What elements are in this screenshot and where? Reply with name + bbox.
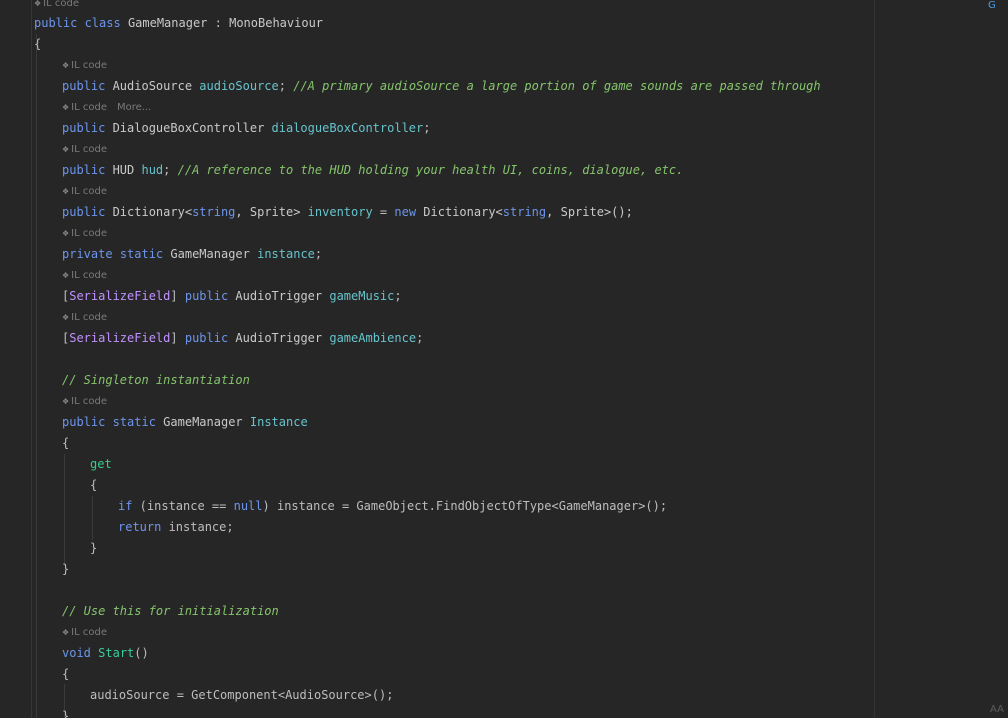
code-line-instance[interactable]: private static GameManager instance;	[62, 244, 322, 264]
il-code-hint[interactable]: ❖ IL code	[62, 269, 107, 283]
code-line-get[interactable]: get	[90, 454, 112, 474]
diamond-icon: ❖	[34, 0, 42, 8]
code-line-brace[interactable]: {	[34, 34, 41, 54]
code-line-if[interactable]: if (instance == null) instance = GameObj…	[118, 496, 667, 516]
more-link[interactable]: More...	[117, 102, 151, 113]
code-line-brace[interactable]: }	[62, 706, 69, 718]
il-code-hint[interactable]: ❖ IL code	[62, 185, 107, 199]
right-margin-guide	[874, 0, 875, 718]
code-line-hud[interactable]: public HUD hud; //A reference to the HUD…	[62, 160, 683, 180]
il-code-hint[interactable]: ❖ IL code	[62, 143, 107, 157]
il-code-hint[interactable]: ❖ IL code More...	[62, 101, 151, 115]
diamond-icon: ❖	[62, 628, 70, 637]
font-size-indicator[interactable]: AA	[990, 704, 1004, 715]
code-line-start[interactable]: void Start()	[62, 643, 149, 663]
diamond-icon: ❖	[62, 313, 70, 322]
code-line-brace[interactable]: }	[90, 538, 97, 558]
code-line-gamemusic[interactable]: [SerializeField] public AudioTrigger gam…	[62, 286, 402, 306]
il-code-hint[interactable]: ❖ IL code	[62, 311, 107, 325]
indent-guide	[92, 496, 93, 540]
il-code-hint[interactable]: ❖ IL code	[62, 626, 107, 640]
diamond-icon: ❖	[62, 103, 70, 112]
indent-guide	[36, 34, 37, 718]
il-code-hint[interactable]: ❖ IL code	[62, 227, 107, 241]
code-line-gameambience[interactable]: [SerializeField] public AudioTrigger gam…	[62, 328, 423, 348]
diamond-icon: ❖	[62, 397, 70, 406]
code-line-audiosource[interactable]: public AudioSource audioSource; //A prim…	[62, 76, 821, 96]
il-code-hint[interactable]: ❖ IL code	[62, 59, 107, 73]
diamond-icon: ❖	[62, 229, 70, 238]
code-line-instance-property[interactable]: public static GameManager Instance	[62, 412, 308, 432]
diamond-icon: ❖	[62, 145, 70, 154]
code-line-inventory[interactable]: public Dictionary<string, Sprite> invent…	[62, 202, 633, 222]
code-line-init-comment[interactable]: // Use this for initialization	[62, 601, 279, 621]
code-line-brace[interactable]: {	[62, 433, 69, 453]
tab-marker[interactable]: G	[988, 0, 1008, 11]
gutter-separator	[31, 0, 32, 718]
code-line-singleton-comment[interactable]: // Singleton instantiation	[62, 370, 250, 390]
il-code-hint[interactable]: ❖ IL code	[34, 0, 79, 11]
diamond-icon: ❖	[62, 271, 70, 280]
code-line-brace[interactable]: }	[62, 559, 69, 579]
code-line-return[interactable]: return instance;	[118, 517, 234, 537]
il-code-hint[interactable]: ❖ IL code	[62, 395, 107, 409]
indent-guide	[64, 454, 65, 566]
code-line-brace[interactable]: {	[90, 475, 97, 495]
code-line-class[interactable]: public class GameManager : MonoBehaviour	[34, 13, 323, 33]
code-line-dialogue[interactable]: public DialogueBoxController dialogueBox…	[62, 118, 430, 138]
diamond-icon: ❖	[62, 187, 70, 196]
code-editor[interactable]: ❖ IL code public class GameManager : Mono…	[0, 0, 1008, 718]
code-line-brace[interactable]: {	[62, 664, 69, 684]
diamond-icon: ❖	[62, 61, 70, 70]
code-line-getcomponent[interactable]: audioSource = GetComponent<AudioSource>(…	[90, 685, 393, 705]
